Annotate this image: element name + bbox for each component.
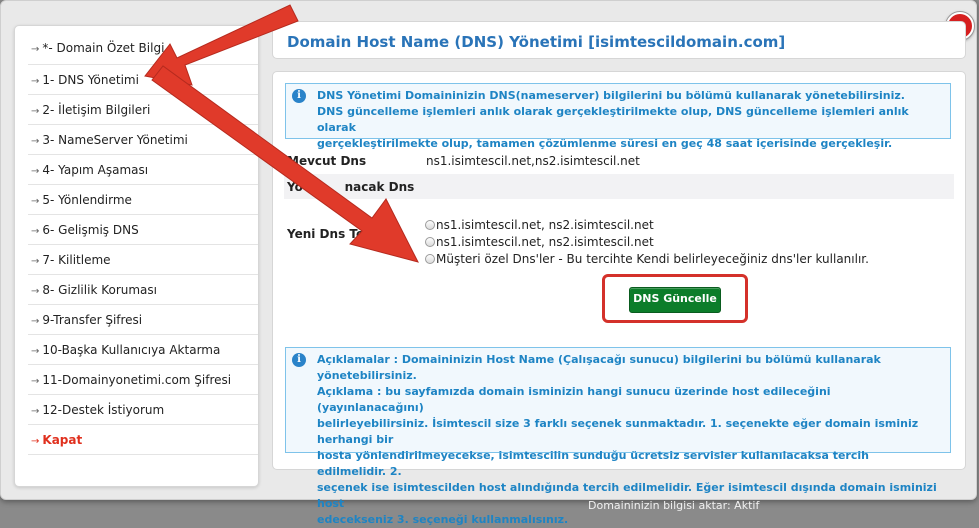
sidebar-item-nameserver[interactable]: → 3- NameServer Yönetimi	[28, 125, 258, 155]
dns-option-label: ns1.isimtescil.net, ns2.isimtescil.net	[436, 218, 654, 232]
sidebar-item-label: 3- NameServer Yönetimi	[42, 133, 188, 147]
arrow-right-icon: →	[31, 376, 40, 387]
page-title: Domain Host Name (DNS) Yönetimi [isimtes…	[287, 33, 786, 51]
info-line: belirleyebilirsiniz. İsimtescil size 3 f…	[317, 417, 919, 446]
new-dns-label: Yeni Dns Terc	[287, 227, 378, 241]
arrow-right-icon: →	[31, 136, 40, 147]
sidebar-item-advanced-dns[interactable]: → 6- Gelişmiş DNS	[28, 215, 258, 245]
background-text: Domaininizin bilgisi aktar: Aktif	[588, 499, 760, 512]
sidebar-item-account-password[interactable]: → 11-Domainyonetimi.com Şifresi	[28, 365, 258, 395]
sidebar-item-contact-info[interactable]: → 2- İletişim Bilgileri	[28, 95, 258, 125]
sidebar-item-label: 4- Yapım Aşaması	[42, 163, 149, 177]
dns-update-button[interactable]: DNS Güncelle	[629, 287, 721, 313]
arrow-right-icon: →	[31, 346, 40, 357]
info-box-top: i DNS Yönetimi Domaininizin DNS(nameserv…	[285, 83, 951, 150]
sidebar-item-transfer-code[interactable]: → 9-Transfer Şifresi	[28, 305, 258, 335]
sidebar-item-lock[interactable]: → 7- Kilitleme	[28, 245, 258, 275]
sidebar-item-dns-management[interactable]: → 1- DNS Yönetimi	[28, 65, 258, 95]
arrow-right-icon: →	[31, 226, 40, 237]
arrow-right-icon: →	[31, 256, 40, 267]
dns-option-label: Müşteri özel Dns'ler - Bu tercihte Kendi…	[436, 252, 869, 266]
sidebar-item-privacy[interactable]: → 8- Gizlilik Koruması	[28, 275, 258, 305]
info-line: Açıklama : bu sayfamızda domain isminizi…	[317, 385, 831, 414]
sidebar-menu: → *- Domain Özet Bilgi → 1- DNS Yönetimi →…	[14, 25, 259, 487]
arrow-right-icon: →	[31, 44, 40, 55]
arrow-right-icon: →	[31, 196, 40, 207]
info-line: hosta yönlendirilmeyecekse, isimtescilin…	[317, 449, 869, 478]
arrow-right-icon: →	[31, 106, 40, 117]
sidebar-item-construction[interactable]: → 4- Yapım Aşaması	[28, 155, 258, 185]
sidebar-item-label: 5- Yönlendirme	[42, 193, 132, 207]
sidebar-item-label: 9-Transfer Şifresi	[42, 313, 143, 327]
arrow-right-icon: →	[31, 406, 40, 417]
dns-option-3[interactable]: Müşteri özel Dns'ler - Bu tercihte Kendi…	[425, 252, 869, 266]
current-dns-value: ns1.isimtescil.net,ns2.isimtescil.net	[426, 154, 640, 168]
arrow-right-icon: →	[31, 316, 40, 327]
info-icon: i	[292, 353, 306, 367]
radio-button[interactable]	[425, 254, 435, 264]
info-line: DNS Yönetimi Domaininizin DNS(nameserver…	[317, 89, 905, 102]
title-panel: Domain Host Name (DNS) Yönetimi [isimtes…	[272, 21, 966, 59]
info-line: Açıklamalar : Domaininizin Host Name (Ça…	[317, 353, 881, 382]
dns-option-label: ns1.isimtescil.net, ns2.isimtescil.net	[436, 235, 654, 249]
sidebar-item-transfer-user[interactable]: → 10-Başka Kullanıcıya Aktarma	[28, 335, 258, 365]
arrow-right-icon: →	[31, 436, 40, 447]
section-label: Yö nacak Dns	[287, 180, 415, 194]
dns-option-1[interactable]: ns1.isimtescil.net, ns2.isimtescil.net	[425, 218, 654, 232]
current-dns-label: Mevcut Dns	[287, 154, 367, 168]
sidebar-item-label: 8- Gizlilik Koruması	[42, 283, 157, 297]
sidebar-item-domain-summary[interactable]: → *- Domain Özet Bilgi	[28, 26, 258, 65]
arrow-right-icon: →	[31, 76, 40, 87]
radio-button[interactable]	[425, 220, 435, 230]
info-icon: i	[292, 89, 306, 103]
info-text: DNS Yönetimi Domaininizin DNS(nameserver…	[317, 88, 938, 152]
sidebar-item-label: 1- DNS Yönetimi	[42, 73, 139, 87]
info-line: edecekseniz 3. seçeneği kullanmalısınız.	[317, 513, 569, 526]
radio-button[interactable]	[425, 237, 435, 247]
arrow-right-icon: →	[31, 166, 40, 177]
info-box-bottom: i Açıklamalar : Domaininizin Host Name (…	[285, 347, 951, 526]
info-line: gerçekleştirilmekte olup, tamamen çözüml…	[317, 137, 893, 150]
sidebar-item-label: *- Domain Özet Bilgi	[42, 41, 165, 55]
dns-option-2[interactable]: ns1.isimtescil.net, ns2.isimtescil.net	[425, 235, 654, 249]
sidebar-item-label: Kapat	[42, 433, 83, 447]
arrow-right-icon: →	[31, 286, 40, 297]
sidebar-item-label: 2- İletişim Bilgileri	[42, 103, 151, 117]
sidebar-item-close[interactable]: → Kapat	[28, 425, 258, 455]
sidebar-item-support[interactable]: → 12-Destek İstiyorum	[28, 395, 258, 425]
sidebar-item-label: 10-Başka Kullanıcıya Aktarma	[42, 343, 221, 357]
sidebar-item-label: 11-Domainyonetimi.com Şifresi	[42, 373, 232, 387]
sidebar-item-redirect[interactable]: → 5- Yönlendirme	[28, 185, 258, 215]
sidebar-item-label: 6- Gelişmiş DNS	[42, 223, 139, 237]
sidebar-item-label: 12-Destek İstiyorum	[42, 403, 165, 417]
sidebar-item-label: 7- Kilitleme	[42, 253, 111, 267]
info-line: DNS güncelleme işlemleri anlık olarak ge…	[317, 105, 909, 134]
